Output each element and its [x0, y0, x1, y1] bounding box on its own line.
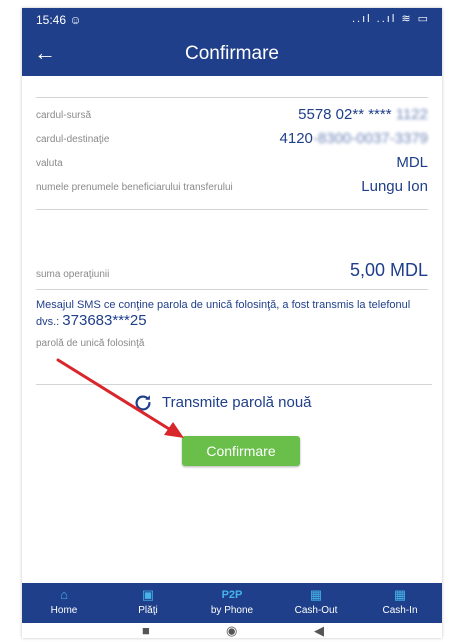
currency-value: MDL: [396, 154, 428, 171]
page-title: Confirmare: [185, 43, 279, 64]
beneficiary-label: numele prenumele beneficiarului transfer…: [36, 182, 233, 193]
currency-row: valuta MDL: [36, 150, 428, 172]
phone-screen: 15:46 ☺ ..ıl ..ıl ≋ ▭ ← Confirmare cardu…: [22, 8, 442, 638]
nav-p2p[interactable]: P2P by Phone: [190, 583, 274, 623]
otp-input[interactable]: [36, 354, 432, 385]
amount-value: 5,00 MDL: [349, 260, 428, 280]
dest-card-number: 4120: [279, 130, 313, 147]
nav-payments-label: Plăţi: [138, 605, 158, 616]
atm-icon: ▦: [309, 587, 323, 602]
beneficiary-value: Lungu Ion: [361, 178, 428, 195]
nav-p2p-label: by Phone: [210, 605, 254, 616]
nav-cash-in-label: Cash-In: [382, 605, 418, 616]
dest-card-value: 4120-8300-0037-3379: [280, 130, 428, 147]
divider: [36, 289, 428, 290]
amount-label: suma operaţiunii: [36, 269, 110, 280]
recent-apps-icon[interactable]: ■: [142, 623, 150, 638]
sms-message: Mesajul SMS ce conţine parola de unică f…: [36, 298, 428, 330]
system-nav-bar: ■ ◉ ◀: [22, 623, 442, 638]
otp-label: parolă de unică folosinţă: [36, 338, 145, 349]
atm-deposit-icon: ▦: [393, 587, 407, 602]
sms-phone-number: 373683***25: [62, 312, 147, 329]
status-icons: ..ıl ..ıl ≋ ▭: [351, 13, 430, 25]
nav-home-label: Home: [50, 605, 78, 616]
source-card-row: cardul-sursă 5578 02** **** 1122: [36, 102, 428, 124]
divider: [36, 209, 428, 210]
status-time: 15:46 ☺: [36, 13, 82, 27]
back-button-icon[interactable]: ◀: [314, 623, 324, 638]
beneficiary-row: numele prenumele beneficiarului transfer…: [36, 174, 428, 196]
p2p-icon: P2P: [221, 589, 243, 601]
dest-card-row: cardul-destinaţie 4120-8300-0037-3379: [36, 126, 428, 148]
nav-cash-out-label: Cash-Out: [294, 605, 338, 616]
nav-home[interactable]: ⌂ Home: [22, 583, 106, 623]
home-button-icon[interactable]: ◉: [226, 623, 237, 638]
currency-label: valuta: [36, 158, 63, 169]
nav-cash-in[interactable]: ▦ Cash-In: [358, 583, 442, 623]
refresh-icon: [135, 395, 151, 411]
wallet-icon: ▣: [141, 587, 155, 602]
dest-card-label: cardul-destinaţie: [36, 134, 110, 145]
confirm-button[interactable]: Confirmare: [182, 436, 300, 466]
source-card-value: 5578 02** **** 1122: [298, 106, 428, 123]
source-card-masked: 1122: [395, 106, 428, 123]
divider: [36, 97, 428, 98]
source-card-label: cardul-sursă: [36, 110, 92, 121]
dest-card-masked: -8300-0037-3379: [312, 130, 428, 147]
nav-payments[interactable]: ▣ Plăţi: [106, 583, 190, 623]
home-icon: ⌂: [60, 587, 68, 602]
app-bar: ← Confirmare: [22, 32, 442, 76]
resend-password-label: Transmite parolă nouă: [162, 394, 312, 411]
nav-cash-out[interactable]: ▦ Cash-Out: [274, 583, 358, 623]
source-card-number: 5578 02** ****: [298, 106, 392, 123]
bottom-nav: ⌂ Home ▣ Plăţi P2P by Phone ▦ Cash-Out ▦…: [22, 583, 442, 623]
status-bar: 15:46 ☺ ..ıl ..ıl ≋ ▭: [22, 8, 442, 32]
